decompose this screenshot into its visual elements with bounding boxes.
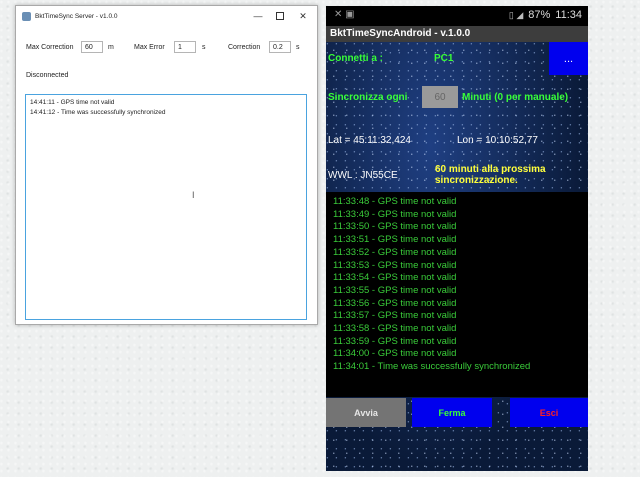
battery-level: 87% [528, 9, 551, 21]
signal-icon: ▯ ◢ [508, 9, 524, 20]
connect-label: Connetti a : [328, 53, 383, 64]
minimize-icon: — [253, 11, 263, 21]
correction-unit: s [296, 44, 300, 51]
stop-button[interactable]: Ferma [412, 398, 492, 427]
start-button[interactable]: Avvia [326, 398, 406, 427]
server-titlebar: BktTimeSync Server - v1.0.0 — ✕ [16, 6, 317, 26]
clock: 11:34 [555, 9, 582, 21]
select-server-button[interactable]: ... [549, 42, 588, 75]
notification-icons: ✕ ▣ [334, 9, 355, 20]
app-title: BktTimeSyncAndroid - v.1.0.0 [326, 26, 588, 42]
connection-status: Disconnected [26, 72, 69, 79]
log-line: 11:34:01 - Time was successfully synchro… [333, 361, 531, 373]
android-statusbar: ✕ ▣ ▯ ◢ 87% 11:34 [326, 6, 588, 26]
sync-unit-label: Minuti (0 per manuale) [462, 92, 569, 103]
minimize-button[interactable]: — [247, 6, 269, 26]
sync-every-label: Sincronizza ogni [328, 92, 408, 103]
max-error-unit: s [202, 44, 206, 51]
log-line: 11:33:57 - GPS time not valid [333, 310, 457, 322]
max-error-label: Max Error [134, 44, 165, 51]
android-log[interactable]: 11:33:48 - GPS time not valid 11:33:49 -… [326, 192, 588, 397]
next-sync-info: 60 minuti alla prossima sincronizzazione… [435, 164, 546, 186]
server-window: BktTimeSync Server - v1.0.0 — ✕ Max Corr… [15, 5, 318, 325]
exit-button[interactable]: Esci [510, 398, 588, 427]
close-icon: ✕ [299, 10, 307, 21]
max-correction-unit: m [108, 44, 114, 51]
log-line: 11:33:59 - GPS time not valid [333, 335, 457, 347]
latitude: Lat = 45:11:32,424 [328, 135, 411, 146]
log-line: 11:33:52 - GPS time not valid [333, 246, 457, 258]
log-line: 11:33:53 - GPS time not valid [333, 259, 457, 271]
max-correction-input[interactable] [81, 41, 103, 53]
log-line: 14:41:12 - Time was successfully synchro… [30, 109, 166, 116]
connect-target[interactable]: PC1 [434, 53, 453, 64]
log-line: 11:34:00 - GPS time not valid [333, 348, 457, 360]
server-log[interactable]: 14:41:11 - GPS time not valid 14:41:12 -… [25, 94, 307, 320]
max-error-input[interactable] [174, 41, 196, 53]
app-icon [22, 11, 31, 21]
maximize-icon [276, 12, 284, 20]
log-line: 11:33:54 - GPS time not valid [333, 272, 457, 284]
max-correction-label: Max Correction [26, 44, 74, 51]
log-line: 11:33:50 - GPS time not valid [333, 221, 457, 233]
maximize-button[interactable] [269, 6, 291, 26]
locator-wwl: WWL : JN55CE [328, 170, 398, 181]
log-line: 14:41:11 - GPS time not valid [30, 99, 115, 106]
android-screen: ✕ ▣ ▯ ◢ 87% 11:34 BktTimeSyncAndroid - v… [326, 6, 588, 471]
text-cursor-icon: I [192, 190, 195, 200]
sync-interval-input[interactable]: 60 [422, 86, 458, 108]
log-line: 11:33:51 - GPS time not valid [333, 234, 457, 246]
close-button[interactable]: ✕ [292, 6, 314, 26]
longitude: Lon = 10:10:52,77 [457, 135, 538, 146]
log-line: 11:33:49 - GPS time not valid [333, 208, 457, 220]
log-line: 11:33:56 - GPS time not valid [333, 297, 457, 309]
log-line: 11:33:55 - GPS time not valid [333, 284, 457, 296]
server-title: BktTimeSync Server - v1.0.0 [35, 12, 118, 20]
correction-input[interactable] [269, 41, 291, 53]
correction-label: Correction [228, 44, 261, 51]
log-line: 11:33:58 - GPS time not valid [333, 323, 457, 335]
log-line: 11:33:48 - GPS time not valid [333, 196, 457, 207]
